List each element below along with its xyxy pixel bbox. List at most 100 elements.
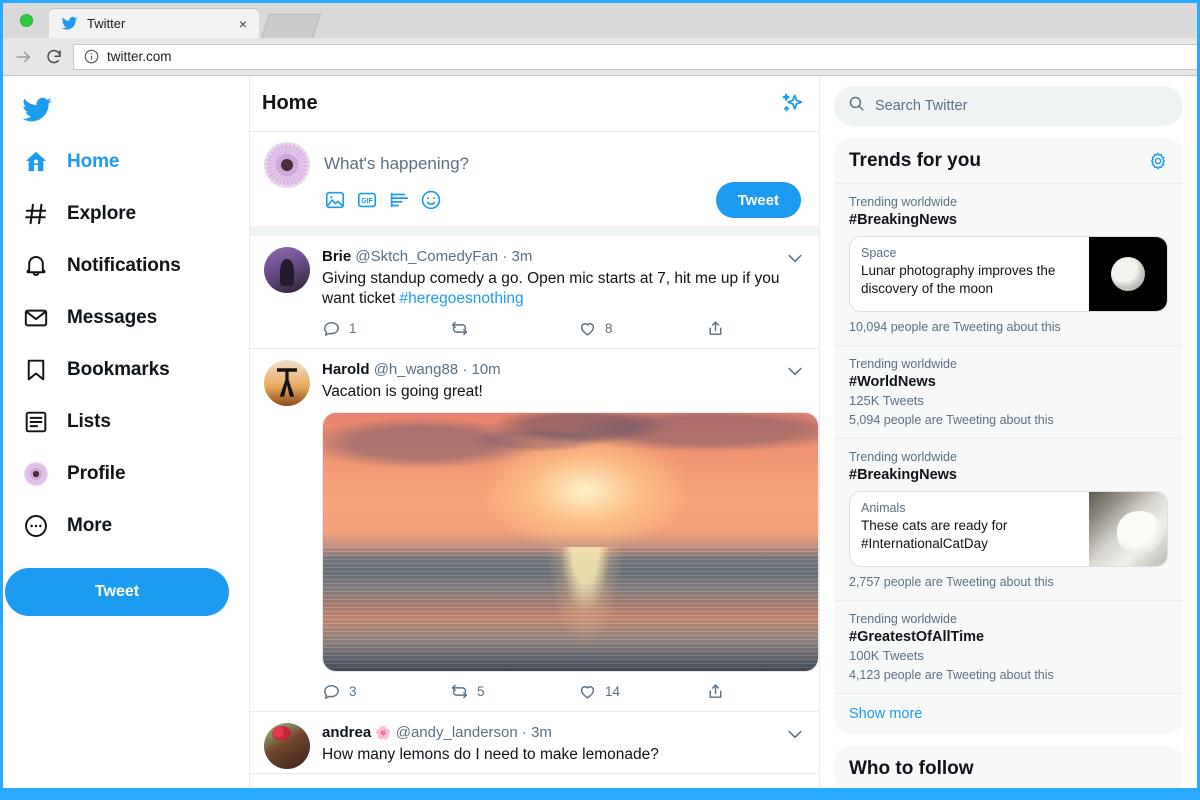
sidebar-item-messages[interactable]: Messages: [3, 292, 249, 344]
tweet-hashtag[interactable]: #heregoesnothing: [400, 290, 524, 307]
sidebar-item-label: Lists: [67, 411, 111, 432]
trend-category: Trending worldwide: [849, 450, 957, 464]
sparkle-icon[interactable]: [779, 91, 805, 117]
forward-arrow-icon[interactable]: [9, 42, 39, 72]
avatar[interactable]: [264, 247, 310, 293]
reload-icon[interactable]: [39, 42, 69, 72]
tweet-item[interactable]: andrea 🌸 @andy_landerson · 3m How many l…: [250, 712, 819, 774]
sidebar-item-label: Explore: [67, 203, 136, 224]
window-bottom-border: [3, 788, 1200, 800]
sidebar-item-profile[interactable]: Profile: [3, 448, 249, 500]
compose-input[interactable]: What's happening?: [324, 142, 805, 182]
share-button[interactable]: [706, 682, 725, 701]
tweet-author-handle[interactable]: @Sktch_ComedyFan: [355, 248, 498, 265]
gif-icon[interactable]: GIF: [356, 189, 378, 211]
trend-item[interactable]: Trending worldwide #BreakingNews Space L…: [834, 183, 1183, 345]
new-tab-button[interactable]: [261, 14, 321, 38]
window-maximize-dot[interactable]: [19, 14, 33, 27]
trend-item[interactable]: Trending worldwide #WorldNews 125K Tweet…: [834, 345, 1183, 438]
bell-icon: [23, 253, 49, 279]
retweet-button[interactable]: 5: [450, 682, 578, 701]
like-button[interactable]: 8: [578, 319, 706, 338]
trend-hashtag[interactable]: #BreakingNews: [849, 466, 1168, 485]
tweet-author-name[interactable]: Brie: [322, 248, 351, 265]
trend-category: Trending worldwide: [849, 195, 957, 209]
trend-hashtag[interactable]: #BreakingNews: [849, 211, 1168, 230]
retweet-count: 5: [477, 684, 485, 699]
trend-article-card[interactable]: Animals These cats are ready for #Intern…: [849, 491, 1168, 567]
search-input[interactable]: Search Twitter: [834, 86, 1183, 126]
sidebar-item-label: Messages: [67, 307, 158, 328]
cats-photo: [1089, 492, 1167, 566]
url-text: twitter.com: [107, 49, 172, 64]
trend-item[interactable]: Trending worldwide #GreatestOfAllTime 10…: [834, 600, 1183, 693]
tweet-author-handle[interactable]: @h_wang88: [374, 361, 458, 378]
browser-tab-strip: Twitter ×: [3, 3, 1197, 38]
tweet-body: andrea 🌸 @andy_landerson · 3m How many l…: [310, 723, 805, 769]
browser-tab-twitter[interactable]: Twitter ×: [49, 9, 259, 38]
url-input[interactable]: twitter.com: [73, 43, 1197, 70]
composer-avatar[interactable]: [264, 142, 310, 188]
tweet-body: Harold @h_wang88 · 10m Vacation is going…: [310, 360, 819, 707]
image-icon[interactable]: [324, 189, 346, 211]
trend-hashtag[interactable]: #GreatestOfAllTime: [849, 628, 1168, 647]
tweet-item[interactable]: Harold @h_wang88 · 10m Vacation is going…: [250, 349, 819, 712]
sidebar-item-label: Bookmarks: [67, 359, 170, 380]
who-to-follow-title: Who to follow: [849, 758, 974, 779]
tweet-item[interactable]: Brie @Sktch_ComedyFan · 3m Giving standu…: [250, 236, 819, 349]
who-to-follow-header: Who to follow: [834, 746, 1183, 791]
like-count: 8: [605, 321, 613, 336]
trend-tweet-count: 100K Tweets: [849, 648, 924, 663]
sidebar-item-home[interactable]: Home: [3, 136, 249, 188]
trend-article-card[interactable]: Space Lunar photography improves the dis…: [849, 236, 1168, 312]
emoji-icon[interactable]: [420, 189, 442, 211]
sidebar-item-explore[interactable]: Explore: [3, 188, 249, 240]
retweet-button[interactable]: [450, 319, 578, 338]
info-icon[interactable]: [84, 49, 99, 64]
gear-icon[interactable]: [1148, 151, 1168, 171]
reply-button[interactable]: 1: [322, 319, 450, 338]
tweet-separator-dot: ·: [462, 361, 468, 378]
sidebar-item-more[interactable]: More: [3, 500, 249, 552]
chevron-down-icon[interactable]: [785, 361, 805, 381]
tweet-composer: What's happening? GIF Tweet: [250, 132, 819, 236]
sidebar-item-lists[interactable]: Lists: [3, 396, 249, 448]
sidebar-item-bookmarks[interactable]: Bookmarks: [3, 344, 249, 396]
tweet-separator-dot: ·: [502, 248, 508, 265]
reply-button[interactable]: 3: [322, 682, 450, 701]
page-title: Home: [262, 92, 318, 114]
tweet-media-image[interactable]: [322, 412, 819, 672]
trend-hashtag[interactable]: #WorldNews: [849, 373, 1168, 392]
show-more-link[interactable]: Show more: [834, 693, 1183, 734]
search-placeholder: Search Twitter: [875, 98, 968, 114]
trend-item[interactable]: Trending worldwide #BreakingNews Animals…: [834, 438, 1183, 600]
tweet-meta: Brie @Sktch_ComedyFan · 3m: [322, 247, 785, 267]
tweet-body: Brie @Sktch_ComedyFan · 3m Giving standu…: [310, 247, 805, 344]
avatar[interactable]: [264, 360, 310, 406]
sidebar-tweet-button[interactable]: Tweet: [5, 568, 229, 616]
trend-card-title: These cats are ready for #InternationalC…: [861, 518, 1008, 551]
like-button[interactable]: 14: [578, 682, 706, 701]
twitter-page: Home Explore Notifications Messages Book…: [3, 76, 1197, 800]
composer-tweet-button[interactable]: Tweet: [715, 182, 801, 218]
tweet-meta: Harold @h_wang88 · 10m: [322, 360, 785, 380]
sidebar-item-notifications[interactable]: Notifications: [3, 240, 249, 292]
sidebar-item-label: More: [67, 515, 112, 536]
twitter-logo-icon[interactable]: [3, 84, 249, 136]
tweet-author-handle[interactable]: @andy_landerson: [396, 724, 518, 741]
share-button[interactable]: [706, 319, 725, 338]
tweet-author-name[interactable]: andrea: [322, 724, 371, 741]
tweet-text-body: Giving standup comedy a go. Open mic sta…: [322, 270, 780, 307]
chevron-down-icon[interactable]: [785, 248, 805, 268]
tweet-header: Harold @h_wang88 · 10m: [322, 360, 805, 381]
trend-category: Trending worldwide: [849, 612, 957, 626]
tweet-author-name[interactable]: Harold: [322, 361, 370, 378]
chevron-down-icon[interactable]: [785, 724, 805, 744]
window-controls[interactable]: [3, 3, 49, 38]
feed-header: Home: [250, 76, 819, 132]
close-icon[interactable]: ×: [235, 16, 251, 32]
reply-count: 3: [349, 684, 357, 699]
avatar[interactable]: [264, 723, 310, 769]
poll-icon[interactable]: [388, 189, 410, 211]
tweet-header: Brie @Sktch_ComedyFan · 3m: [322, 247, 805, 268]
